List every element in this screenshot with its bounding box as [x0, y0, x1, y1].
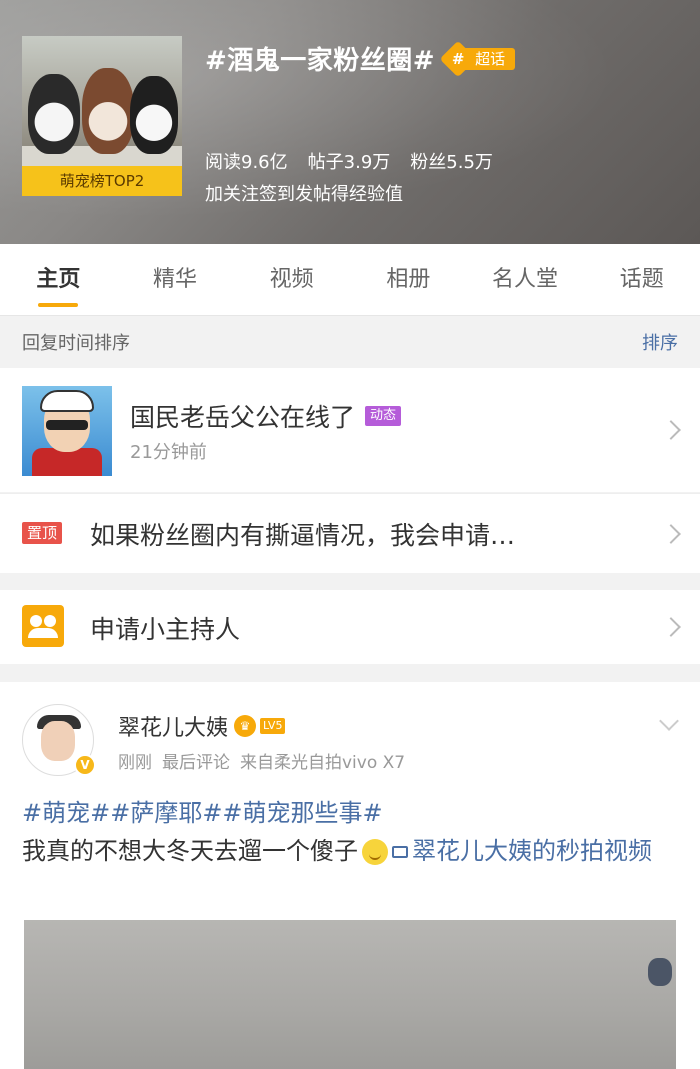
tab-topics[interactable]: 话题 — [583, 244, 700, 315]
post-hashtags[interactable]: #萌宠##萨摩耶##萌宠那些事# — [22, 794, 672, 832]
fans-count: 粉丝5.5万 — [410, 152, 493, 173]
feature-post-title-row: 国民老岳父公在线了 动态 — [130, 398, 402, 434]
pinned-post-text: 如果粉丝圈内有撕逼情况，我会申请… — [90, 521, 516, 550]
avatar-face — [41, 721, 75, 761]
supertopic-header: 萌宠榜TOP2 #酒鬼一家粉丝圈# # 超话 阅读9.6亿 帖子3.9万 粉丝5.5… — [0, 0, 700, 244]
topic-stats: 阅读9.6亿 帖子3.9万 粉丝5.5万 加关注签到发帖得经验值 — [205, 148, 513, 206]
post-meta: 刚刚 最后评论 来自柔光自拍vivo X7 — [118, 748, 415, 773]
cartoon-avatar — [22, 386, 112, 476]
tab-essence[interactable]: 精华 — [117, 244, 234, 315]
page-title: #酒鬼一家粉丝圈# — [205, 46, 436, 76]
video-icon — [392, 846, 408, 858]
verified-icon: V — [74, 754, 96, 776]
tab-album[interactable]: 相册 — [350, 244, 467, 315]
pinned-post-row[interactable]: 置顶 如果粉丝圈内有撕逼情况，我会申请… — [0, 493, 700, 573]
chevron-right-icon — [661, 524, 681, 544]
user-name[interactable]: 翠花儿大姨 — [118, 710, 228, 742]
husky-dog-image — [28, 74, 80, 154]
level-badge: LV5 — [260, 718, 286, 734]
malamute-dog-image — [82, 68, 134, 154]
video-link-text: 翠花儿大姨的秒拍视频 — [412, 837, 652, 865]
tab-bar: 主页 精华 视频 相册 名人堂 话题 — [0, 244, 700, 316]
sort-label: 回复时间排序 — [22, 333, 130, 354]
chevron-right-icon — [661, 420, 681, 440]
feature-post-row[interactable]: 国民老岳父公在线了 动态 21分钟前 — [0, 368, 700, 492]
feature-post-time: 21分钟前 — [130, 442, 207, 463]
chevron-right-icon — [661, 617, 681, 637]
chevron-down-icon[interactable] — [659, 711, 679, 731]
dongtai-badge: 动态 — [365, 406, 402, 426]
people-icon — [22, 605, 64, 647]
tab-video[interactable]: 视频 — [233, 244, 350, 315]
cover-image[interactable]: 萌宠榜TOP2 — [22, 36, 182, 196]
sort-button[interactable]: 排序 — [642, 329, 678, 355]
user-name-row: 翠花儿大姨 ♛ LV5 — [118, 710, 286, 742]
cartoon-body — [32, 448, 102, 476]
post-text-line: 我真的不想大冬天去遛一个傻子 翠花儿大姨的秒拍视频 — [22, 832, 672, 870]
cartoon-glasses — [46, 420, 88, 430]
posts-count: 帖子3.9万 — [307, 152, 391, 173]
apply-host-text: 申请小主持人 — [90, 615, 241, 644]
post-content: #萌宠##萨摩耶##萌宠那些事# 我真的不想大冬天去遛一个傻子 翠花儿大姨的秒拍视… — [22, 794, 672, 870]
chaohua-badge: # 超话 — [439, 40, 516, 77]
tab-hall-of-fame[interactable]: 名人堂 — [467, 244, 584, 315]
cartoon-cap — [40, 390, 94, 412]
feed-card: V 翠花儿大姨 ♛ LV5 刚刚 最后评论 来自柔光自拍vivo X7 #萌宠##萨… — [0, 682, 700, 1069]
post-action: 最后评论 — [162, 753, 230, 773]
sort-bar: 回复时间排序 排序 — [0, 316, 700, 368]
reads-count: 阅读9.6亿 — [205, 152, 288, 173]
feature-post-title: 国民老岳父公在线了 — [130, 403, 356, 432]
title-row: #酒鬼一家粉丝圈# # 超话 — [205, 40, 516, 77]
hashtag-icon: # — [439, 40, 477, 77]
apply-host-row[interactable]: 申请小主持人 — [0, 590, 700, 664]
smile-emoji-icon — [362, 839, 388, 865]
husky-dog-image-2 — [130, 76, 178, 154]
video-thumbnail[interactable] — [24, 920, 676, 1069]
post-text: 我真的不想大冬天去遛一个傻子 — [22, 837, 358, 865]
crown-icon: ♛ — [234, 715, 257, 737]
post-source: 来自柔光自拍vivo X7 — [240, 753, 406, 773]
post-time: 刚刚 — [118, 753, 152, 773]
follow-hint: 加关注签到发帖得经验值 — [205, 184, 403, 205]
video-link[interactable]: 翠花儿大姨的秒拍视频 — [392, 837, 652, 865]
tab-home[interactable]: 主页 — [0, 244, 117, 315]
video-object — [648, 958, 672, 986]
pinned-badge: 置顶 — [22, 522, 63, 544]
rank-badge: 萌宠榜TOP2 — [22, 166, 182, 196]
